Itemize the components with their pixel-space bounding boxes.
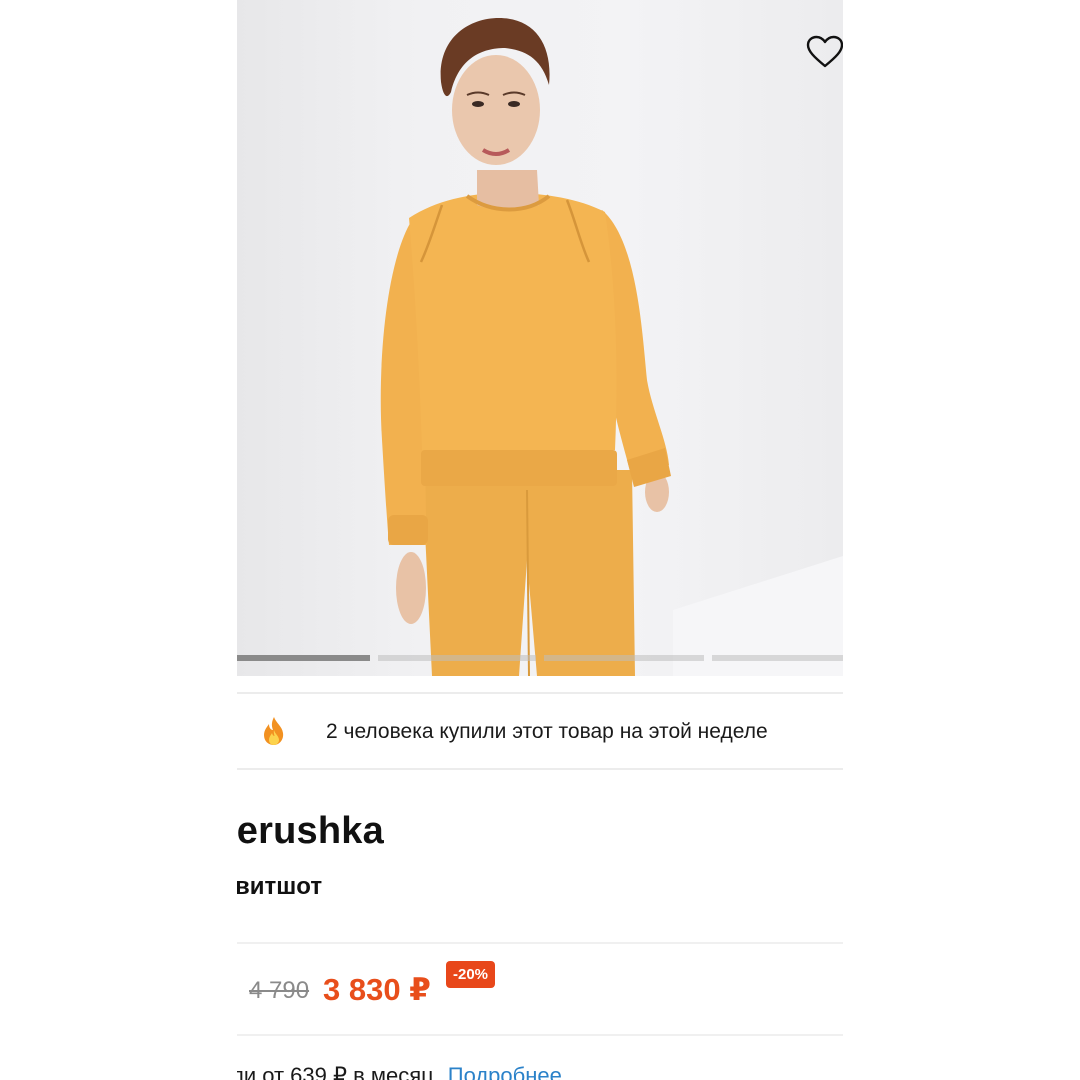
pager-segment[interactable]: [378, 655, 536, 661]
discount-badge: -20%: [446, 961, 496, 988]
current-price: 3 830 ₽: [323, 972, 431, 1007]
fire-emoji-icon: [264, 717, 284, 745]
brand-name[interactable]: /erushka: [237, 810, 384, 853]
gallery-pager: [237, 655, 843, 663]
pager-segment[interactable]: [544, 655, 704, 661]
product-image-gallery[interactable]: [237, 0, 843, 676]
heart-outline-icon: [806, 35, 843, 68]
installment-info: ли от 639 ₽ в месяц Подробнее: [237, 1063, 562, 1080]
price-block: 4 790 3 830 ₽ -20%: [237, 942, 843, 1036]
old-price: 4 790: [249, 977, 310, 1004]
social-proof-text: 2 человека купили этот товар на этой нед…: [326, 720, 768, 743]
favorite-button[interactable]: [803, 30, 843, 74]
product-title: :витшот: [237, 873, 323, 900]
pager-segment-active[interactable]: [237, 655, 370, 661]
pager-segment[interactable]: [712, 655, 843, 661]
social-proof-bar: 2 человека купили этот товар на этой нед…: [237, 692, 843, 770]
installment-text: ли от 639 ₽ в месяц: [237, 1063, 434, 1080]
installment-details-link[interactable]: Подробнее: [448, 1063, 562, 1080]
product-page: 2 человека купили этот товар на этой нед…: [237, 0, 843, 1080]
